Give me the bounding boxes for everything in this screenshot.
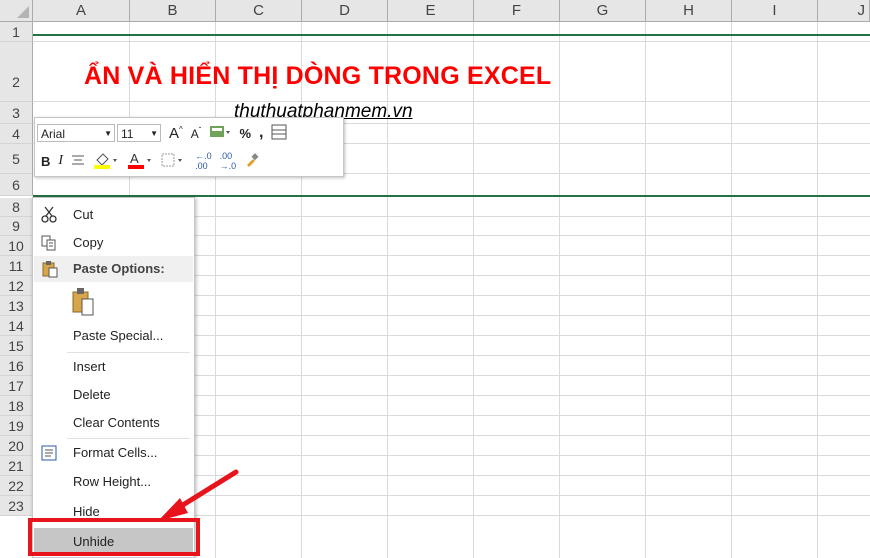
font-size-box[interactable]: 11 ▼: [117, 124, 161, 142]
decrease-font-size-icon[interactable]: Aˇ: [191, 126, 202, 141]
menu-item-delete[interactable]: Delete: [33, 381, 194, 409]
row-header-3[interactable]: 3: [0, 102, 33, 124]
menu-item-label: Format Cells...: [73, 445, 158, 460]
row-header-15[interactable]: 15: [0, 336, 33, 356]
gridline: [731, 22, 732, 558]
format-cells-icon: [39, 443, 59, 463]
copy-icon: [39, 233, 59, 253]
column-header-f[interactable]: F: [474, 0, 560, 22]
increase-decimal-icon[interactable]: ←.0.00: [195, 151, 212, 171]
menu-item-clear-contents[interactable]: Clear Contents: [33, 409, 194, 437]
row-header-2[interactable]: 2: [0, 42, 33, 102]
menu-item-row-height[interactable]: Row Height...: [33, 468, 194, 496]
menu-item-label: Cut: [73, 207, 94, 222]
row-header-19[interactable]: 19: [0, 416, 33, 436]
align-center-icon[interactable]: [71, 154, 85, 169]
row-header-12[interactable]: 12: [0, 276, 33, 296]
row-header-17[interactable]: 17: [0, 376, 33, 396]
menu-item-insert[interactable]: Insert: [33, 353, 194, 381]
column-header-e[interactable]: E: [388, 0, 474, 22]
increase-font-size-icon[interactable]: A^: [169, 125, 183, 142]
row-header-22[interactable]: 22: [0, 476, 33, 496]
row-header-20[interactable]: 20: [0, 436, 33, 456]
gridline: [559, 22, 560, 558]
fill-color-icon[interactable]: [93, 151, 119, 172]
row-header-21[interactable]: 21: [0, 456, 33, 476]
font-color-icon[interactable]: A: [127, 151, 153, 172]
column-header-g[interactable]: G: [560, 0, 646, 22]
row-header-18[interactable]: 18: [0, 396, 33, 416]
percent-style-icon[interactable]: %: [239, 126, 251, 141]
menu-item-format-cells[interactable]: Format Cells...: [33, 439, 194, 467]
format-painter-icon[interactable]: [244, 152, 260, 171]
row-header-4[interactable]: 4: [0, 124, 33, 144]
gridline: [215, 22, 216, 558]
chevron-down-icon: ▼: [104, 129, 112, 138]
font-name-box[interactable]: Arial ▼: [37, 124, 115, 142]
gridline: [33, 41, 870, 42]
row-header-10[interactable]: 10: [0, 236, 33, 256]
font-name-value: Arial: [41, 127, 66, 141]
row-header-16[interactable]: 16: [0, 356, 33, 376]
row-header-1[interactable]: 1: [0, 22, 33, 42]
column-header-b[interactable]: B: [130, 0, 216, 22]
paste-options-label: Paste Options:: [73, 261, 165, 276]
column-header-j[interactable]: J: [818, 0, 870, 22]
mini-toolbar-row-2: B I A ←.0.00 .00 →.0: [35, 148, 260, 174]
gridline: [33, 101, 870, 102]
title-cell[interactable]: ẨN VÀ HIỂN THỊ DÒNG TRONG EXCEL: [84, 62, 551, 91]
row-header-5[interactable]: 5: [0, 144, 33, 174]
chevron-down-icon: ▼: [150, 129, 158, 138]
accounting-format-icon[interactable]: [209, 124, 231, 143]
gridline: [817, 22, 818, 558]
italic-icon[interactable]: I: [58, 153, 63, 169]
column-header-a[interactable]: A: [33, 0, 130, 22]
clipboard-icon: [40, 259, 60, 279]
menu-item-label: Delete: [73, 387, 111, 402]
column-header-c[interactable]: C: [216, 0, 302, 22]
comma-style-icon[interactable]: ,: [259, 124, 263, 142]
paste-options-header: Paste Options:: [34, 256, 193, 282]
menu-item-label: Clear Contents: [73, 415, 160, 430]
column-header-h[interactable]: H: [646, 0, 732, 22]
font-size-value: 11: [121, 127, 134, 141]
mini-toolbar-row-1: Arial ▼ 11 ▼ A^ Aˇ % ,: [35, 120, 287, 146]
mini-toolbar: Arial ▼ 11 ▼ A^ Aˇ % , B I A ←.0 .00 .00…: [34, 117, 344, 177]
paste-option-button[interactable]: [69, 286, 99, 318]
menu-item-label: Paste Special...: [73, 328, 164, 343]
merge-center-icon[interactable]: [271, 124, 287, 143]
scissors-icon: [39, 205, 59, 225]
menu-item-paste-special[interactable]: Paste Special...: [33, 322, 194, 350]
menu-item-copy[interactable]: Copy: [33, 229, 194, 257]
bold-icon[interactable]: B: [41, 154, 50, 169]
borders-icon[interactable]: [161, 152, 187, 171]
row-header-13[interactable]: 13: [0, 296, 33, 316]
annotation-highlight-box: [28, 518, 200, 556]
row-header-6[interactable]: 6: [0, 174, 33, 196]
row-header-8[interactable]: 8: [0, 198, 33, 217]
context-menu: Cut Copy Paste Options: Paste Special...…: [32, 197, 195, 558]
gridline: [645, 22, 646, 558]
menu-item-label: Row Height...: [73, 474, 152, 489]
svg-text:A: A: [130, 151, 139, 166]
row-header-9[interactable]: 9: [0, 217, 33, 236]
column-header-i[interactable]: I: [732, 0, 818, 22]
row-header-23[interactable]: 23: [0, 496, 33, 516]
menu-item-cut[interactable]: Cut: [33, 201, 194, 229]
select-all-corner[interactable]: [0, 0, 33, 22]
paste-clipboard-icon: [72, 288, 94, 316]
menu-item-label: Copy: [73, 235, 104, 250]
menu-item-label: Insert: [73, 359, 106, 374]
row-header-14[interactable]: 14: [0, 316, 33, 336]
gridline: [473, 22, 474, 558]
column-header-d[interactable]: D: [302, 0, 388, 22]
selection-top-border: [33, 34, 870, 36]
row-header-11[interactable]: 11: [0, 256, 33, 276]
decrease-decimal-icon[interactable]: .00 →.0: [220, 151, 237, 171]
